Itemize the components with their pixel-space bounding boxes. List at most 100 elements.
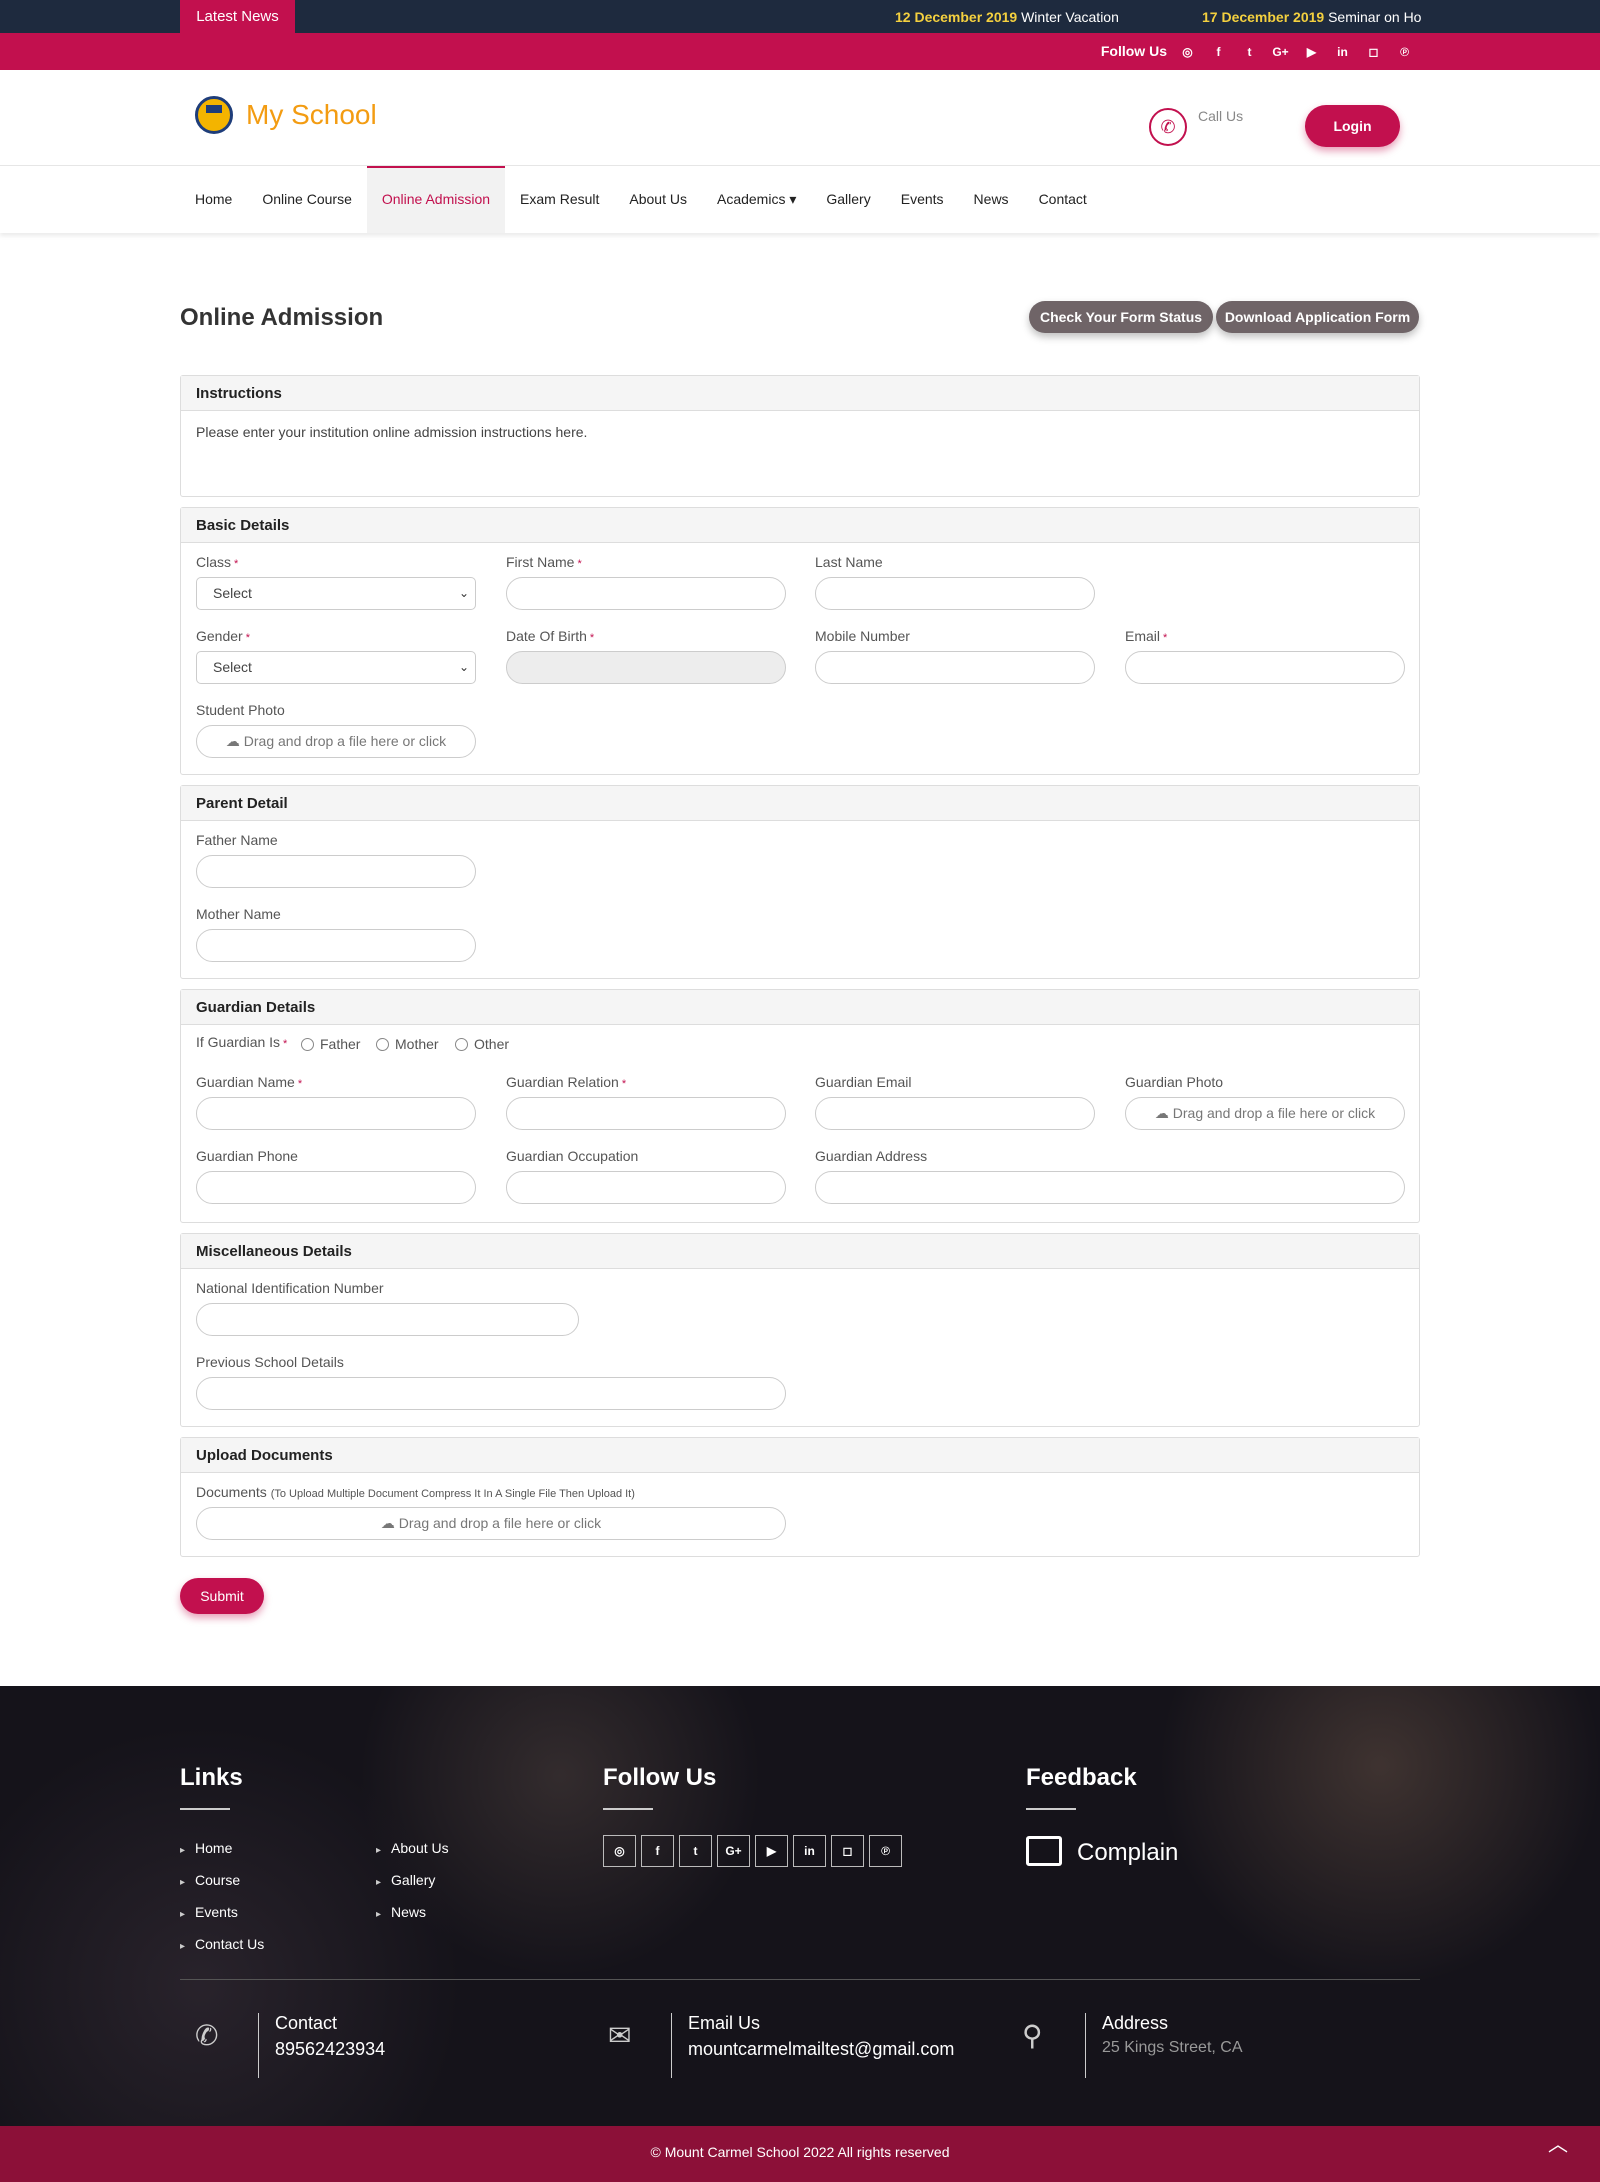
email-input[interactable]	[1125, 651, 1405, 684]
linkedin-icon[interactable]: in	[793, 1835, 826, 1867]
nav-item-online-course[interactable]: Online Course	[247, 166, 367, 233]
guardian-address-input[interactable]	[815, 1171, 1405, 1204]
nav-item-contact[interactable]: Contact	[1024, 166, 1102, 233]
mother-name-label: Mother Name	[196, 906, 281, 922]
pinterest-icon[interactable]: ℗	[1389, 45, 1420, 59]
misc-details-panel: Miscellaneous Details National Identific…	[180, 1233, 1420, 1427]
instagram-icon[interactable]: ◻	[831, 1835, 864, 1867]
pinterest-icon[interactable]: ℗	[869, 1835, 902, 1867]
guardian-relation-input[interactable]	[506, 1097, 786, 1130]
nav-item-academics[interactable]: Academics ▾	[702, 166, 811, 233]
envelope-icon: ✉	[608, 2020, 632, 2051]
footer-link-news[interactable]: News	[376, 1904, 426, 1920]
facebook-icon[interactable]: f	[1203, 45, 1234, 59]
gender-label: Gender *	[196, 628, 250, 644]
nav-item-exam-result[interactable]: Exam Result	[505, 166, 614, 233]
linkedin-icon[interactable]: in	[1327, 45, 1358, 59]
site-logo[interactable]: My School	[195, 96, 377, 134]
youtube-icon[interactable]: ▶	[755, 1835, 788, 1867]
instructions-text: Please enter your institution online adm…	[196, 424, 588, 440]
nav-item-news[interactable]: News	[959, 166, 1024, 233]
footer-link-gallery[interactable]: Gallery	[376, 1872, 435, 1888]
footer-link-about-us[interactable]: About Us	[376, 1840, 449, 1856]
radio-icon	[455, 1038, 468, 1051]
last-name-input[interactable]	[815, 577, 1095, 610]
previous-school-input[interactable]	[196, 1377, 786, 1410]
footer-link-events[interactable]: Events	[180, 1904, 238, 1920]
guardian-name-input[interactable]	[196, 1097, 476, 1130]
follow-bar: Follow Us ◎ f t G+ ▶ in ◻ ℗	[0, 33, 1600, 70]
class-select[interactable]: Select ⌄	[196, 577, 476, 610]
news-item[interactable]: 12 December 2019 Winter Vacation	[895, 0, 1119, 34]
documents-dropzone[interactable]: ☁ Drag and drop a file here or click	[196, 1507, 786, 1540]
cloud-upload-icon: ☁	[380, 1515, 395, 1531]
nav-item-gallery[interactable]: Gallery	[811, 166, 885, 233]
chevron-down-icon: ⌄	[458, 660, 469, 674]
gender-select[interactable]: Select ⌄	[196, 651, 476, 684]
footer-feedback-heading: Feedback	[1026, 1764, 1137, 1810]
mother-name-input[interactable]	[196, 929, 476, 962]
guardian-photo-dropzone[interactable]: ☁ Drag and drop a file here or click	[1125, 1097, 1405, 1130]
twitter-icon[interactable]: t	[1234, 45, 1265, 59]
instructions-heading: Instructions	[181, 376, 1419, 411]
father-name-input[interactable]	[196, 855, 476, 888]
address-title: Address	[1102, 2013, 1169, 2033]
footer-link-contact-us[interactable]: Contact Us	[180, 1936, 264, 1952]
google-plus-icon[interactable]: G+	[717, 1835, 750, 1867]
download-application-form-button[interactable]: Download Application Form	[1216, 301, 1419, 333]
student-photo-label: Student Photo	[196, 702, 285, 718]
instagram-icon[interactable]: ◻	[1358, 45, 1389, 59]
first-name-label: First Name *	[506, 554, 582, 570]
whatsapp-icon[interactable]: ◎	[603, 1835, 636, 1867]
news-item[interactable]: 17 December 2019 Seminar on Ho	[1202, 0, 1421, 34]
facebook-icon[interactable]: f	[641, 1835, 674, 1867]
map-pin-icon: ⚲	[1022, 2020, 1043, 2051]
footer-link-course[interactable]: Course	[180, 1872, 240, 1888]
parent-detail-panel: Parent Detail Father Name Mother Name	[180, 785, 1420, 979]
follow-us-label: Follow Us	[1100, 43, 1167, 59]
youtube-icon[interactable]: ▶	[1296, 45, 1327, 59]
nav-item-online-admission[interactable]: Online Admission	[366, 166, 506, 233]
guardian-photo-label: Guardian Photo	[1125, 1074, 1224, 1090]
father-name-label: Father Name	[196, 832, 278, 848]
guardian-radio-mother[interactable]: Mother	[376, 1036, 439, 1052]
chevron-down-icon: ⌄	[458, 586, 469, 600]
guardian-details-heading: Guardian Details	[181, 990, 1419, 1025]
chevron-up-icon[interactable]: ︿	[1548, 2128, 1568, 2157]
email-value[interactable]: mountcarmelmailtest@gmail.com	[688, 2039, 954, 2060]
cloud-upload-icon: ☁	[1154, 1105, 1169, 1121]
main-nav: Home Online Course Online Admission Exam…	[0, 166, 1600, 233]
guardian-occupation-input[interactable]	[506, 1171, 786, 1204]
mobile-input[interactable]	[815, 651, 1095, 684]
submit-button[interactable]: Submit	[180, 1578, 264, 1614]
twitter-icon[interactable]: t	[679, 1835, 712, 1867]
nin-input[interactable]	[196, 1303, 579, 1336]
login-button[interactable]: Login	[1305, 105, 1400, 147]
first-name-input[interactable]	[506, 577, 786, 610]
address-value: 25 Kings Street, CA	[1102, 2039, 1243, 2056]
guardian-radio-other[interactable]: Other	[455, 1036, 509, 1052]
news-ticker-bar: Latest News 12 December 2019 Winter Vaca…	[0, 0, 1600, 33]
radio-icon	[301, 1038, 314, 1051]
whatsapp-icon[interactable]: ◎	[1172, 45, 1203, 59]
logo-text: My School	[246, 99, 377, 130]
dob-input[interactable]	[506, 651, 786, 684]
nav-item-home[interactable]: Home	[180, 166, 247, 233]
guardian-name-label: Guardian Name *	[196, 1074, 303, 1090]
call-us-label: Call Us	[1198, 108, 1244, 124]
guardian-email-input[interactable]	[815, 1097, 1095, 1130]
check-form-status-button[interactable]: Check Your Form Status	[1029, 301, 1213, 333]
footer-social-icons: ◎ f t G+ ▶ in ◻ ℗	[603, 1835, 902, 1867]
guardian-phone-label: Guardian Phone	[196, 1148, 298, 1164]
footer-link-home[interactable]: Home	[180, 1840, 232, 1856]
site-footer: Links Follow Us Feedback Home Course Eve…	[0, 1686, 1600, 2126]
guardian-radio-father[interactable]: Father	[301, 1036, 360, 1052]
complain-link[interactable]: Complain	[1026, 1836, 1178, 1867]
phone-icon[interactable]: ✆	[1149, 108, 1187, 146]
nav-item-about-us[interactable]: About Us	[614, 166, 702, 233]
student-photo-dropzone[interactable]: ☁ Drag and drop a file here or click	[196, 725, 476, 758]
nav-item-events[interactable]: Events	[886, 166, 959, 233]
guardian-phone-input[interactable]	[196, 1171, 476, 1204]
google-plus-icon[interactable]: G+	[1265, 45, 1296, 59]
contact-title: Contact	[275, 2013, 338, 2033]
